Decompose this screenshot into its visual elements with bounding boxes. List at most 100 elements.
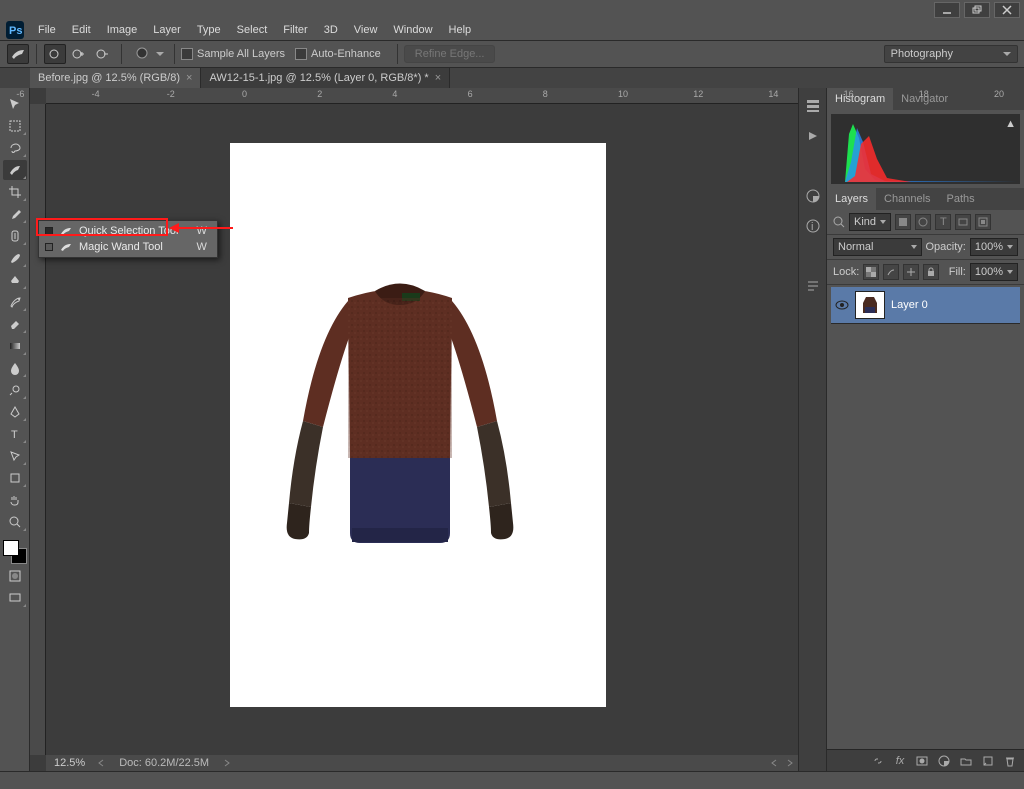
quick-mask-toggle[interactable] bbox=[3, 566, 27, 586]
ruler-vertical[interactable] bbox=[30, 104, 46, 755]
menu-3d[interactable]: 3D bbox=[316, 20, 346, 40]
opacity-input[interactable]: 100% bbox=[970, 238, 1018, 256]
menu-file[interactable]: File bbox=[30, 20, 64, 40]
lock-all-icon[interactable] bbox=[923, 264, 939, 280]
document-tab-strip: Before.jpg @ 12.5% (RGB/8)×AW12-15-1.jpg… bbox=[0, 68, 1024, 88]
opacity-label: Opacity: bbox=[926, 241, 966, 253]
tab-histogram[interactable]: Histogram bbox=[827, 88, 893, 110]
screen-mode-toggle[interactable] bbox=[3, 588, 27, 608]
filter-shape-icon[interactable] bbox=[955, 214, 971, 230]
histogram-display: ▲ bbox=[831, 114, 1020, 184]
adjustment-layer-icon[interactable] bbox=[936, 753, 952, 769]
tab-layers[interactable]: Layers bbox=[827, 188, 876, 210]
blur-tool[interactable] bbox=[3, 358, 27, 378]
menu-image[interactable]: Image bbox=[99, 20, 146, 40]
marquee-tool[interactable] bbox=[3, 116, 27, 136]
menu-edit[interactable]: Edit bbox=[64, 20, 99, 40]
menu-window[interactable]: Window bbox=[385, 20, 440, 40]
healing-brush-tool[interactable] bbox=[3, 226, 27, 246]
filter-type-icon[interactable]: T bbox=[935, 214, 951, 230]
lock-image-icon[interactable] bbox=[883, 264, 899, 280]
pen-tool[interactable] bbox=[3, 402, 27, 422]
brush-picker[interactable] bbox=[128, 45, 168, 63]
document-size-readout[interactable]: Doc: 60.2M/22.5M bbox=[109, 757, 219, 769]
canvas-area: -12-10-8-6-4-202468101214161820 bbox=[30, 88, 798, 771]
menu-type[interactable]: Type bbox=[189, 20, 229, 40]
ruler-horizontal[interactable]: -12-10-8-6-4-202468101214161820 bbox=[46, 88, 798, 104]
zoom-tool[interactable] bbox=[3, 512, 27, 532]
group-icon[interactable] bbox=[958, 753, 974, 769]
window-close-button[interactable] bbox=[994, 2, 1020, 18]
quick-selection-tool[interactable] bbox=[3, 160, 27, 180]
hand-tool[interactable] bbox=[3, 490, 27, 510]
gradient-tool[interactable] bbox=[3, 336, 27, 356]
zoom-level-readout[interactable]: 12.5% bbox=[46, 757, 93, 769]
link-layers-icon[interactable] bbox=[870, 753, 886, 769]
menu-select[interactable]: Select bbox=[229, 20, 276, 40]
layer-row[interactable]: Layer 0 bbox=[831, 287, 1020, 324]
paragraph-panel-icon[interactable] bbox=[803, 276, 823, 296]
window-minimize-button[interactable] bbox=[934, 2, 960, 18]
flyout-item[interactable]: Magic Wand ToolW bbox=[39, 239, 217, 255]
blend-mode-select[interactable]: Normal bbox=[833, 238, 922, 256]
visibility-toggle-icon[interactable] bbox=[835, 298, 849, 312]
lock-label: Lock: bbox=[833, 266, 859, 278]
color-swatches[interactable] bbox=[3, 540, 27, 564]
eraser-tool[interactable] bbox=[3, 314, 27, 334]
close-tab-icon[interactable]: × bbox=[186, 72, 192, 84]
crop-tool[interactable] bbox=[3, 182, 27, 202]
document-canvas[interactable] bbox=[230, 143, 606, 707]
clone-stamp-tool[interactable] bbox=[3, 270, 27, 290]
adjustments-panel-icon[interactable] bbox=[803, 186, 823, 206]
history-brush-tool[interactable] bbox=[3, 292, 27, 312]
window-restore-button[interactable] bbox=[964, 2, 990, 18]
shape-tool[interactable] bbox=[3, 468, 27, 488]
layer-filter-icon[interactable] bbox=[833, 216, 845, 228]
layer-mask-icon[interactable] bbox=[914, 753, 930, 769]
add-to-selection-icon[interactable] bbox=[68, 44, 90, 64]
filter-pixel-icon[interactable] bbox=[895, 214, 911, 230]
history-panel-icon[interactable] bbox=[803, 96, 823, 116]
delete-layer-icon[interactable] bbox=[1002, 753, 1018, 769]
sample-all-layers-checkbox[interactable]: Sample All Layers bbox=[181, 48, 285, 60]
histogram-warning-icon[interactable]: ▲ bbox=[1005, 118, 1016, 130]
scrollbar-horizontal[interactable]: 12.5% Doc: 60.2M/22.5M bbox=[46, 755, 798, 771]
auto-enhance-checkbox[interactable]: Auto-Enhance bbox=[295, 48, 381, 60]
layer-filter-kind[interactable]: Kind bbox=[849, 213, 891, 231]
lasso-tool[interactable] bbox=[3, 138, 27, 158]
new-selection-icon[interactable] bbox=[44, 44, 66, 64]
current-tool-icon[interactable] bbox=[7, 44, 29, 64]
fill-input[interactable]: 100% bbox=[970, 263, 1018, 281]
eyedropper-tool[interactable] bbox=[3, 204, 27, 224]
layers-panel-footer: fx bbox=[827, 749, 1024, 771]
workspace-switcher[interactable]: Photography bbox=[884, 45, 1018, 63]
actions-panel-icon[interactable] bbox=[803, 126, 823, 146]
info-panel-icon[interactable]: i bbox=[803, 216, 823, 236]
window-titlebar bbox=[0, 0, 1024, 20]
menu-help[interactable]: Help bbox=[441, 20, 480, 40]
lock-position-icon[interactable] bbox=[903, 264, 919, 280]
photoshop-logo-icon[interactable]: Ps bbox=[0, 20, 30, 40]
menu-layer[interactable]: Layer bbox=[145, 20, 189, 40]
subtract-from-selection-icon[interactable] bbox=[92, 44, 114, 64]
path-selection-tool[interactable] bbox=[3, 446, 27, 466]
layer-name[interactable]: Layer 0 bbox=[891, 299, 928, 311]
flyout-item[interactable]: Quick Selection ToolW bbox=[39, 223, 217, 239]
brush-tool[interactable] bbox=[3, 248, 27, 268]
new-layer-icon[interactable] bbox=[980, 753, 996, 769]
filter-adjustment-icon[interactable] bbox=[915, 214, 931, 230]
close-tab-icon[interactable]: × bbox=[435, 72, 441, 84]
menu-view[interactable]: View bbox=[346, 20, 386, 40]
document-tab[interactable]: AW12-15-1.jpg @ 12.5% (Layer 0, RGB/8*) … bbox=[201, 68, 450, 88]
layer-style-icon[interactable]: fx bbox=[892, 753, 908, 769]
tab-channels[interactable]: Channels bbox=[876, 188, 938, 210]
menu-filter[interactable]: Filter bbox=[275, 20, 315, 40]
document-tab[interactable]: Before.jpg @ 12.5% (RGB/8)× bbox=[30, 68, 201, 88]
layer-thumbnail[interactable] bbox=[855, 291, 885, 319]
dodge-tool[interactable] bbox=[3, 380, 27, 400]
filter-smart-icon[interactable] bbox=[975, 214, 991, 230]
tab-paths[interactable]: Paths bbox=[939, 188, 983, 210]
lock-transparent-icon[interactable] bbox=[863, 264, 879, 280]
type-tool[interactable]: T bbox=[3, 424, 27, 444]
refine-edge-button[interactable]: Refine Edge... bbox=[404, 45, 496, 63]
